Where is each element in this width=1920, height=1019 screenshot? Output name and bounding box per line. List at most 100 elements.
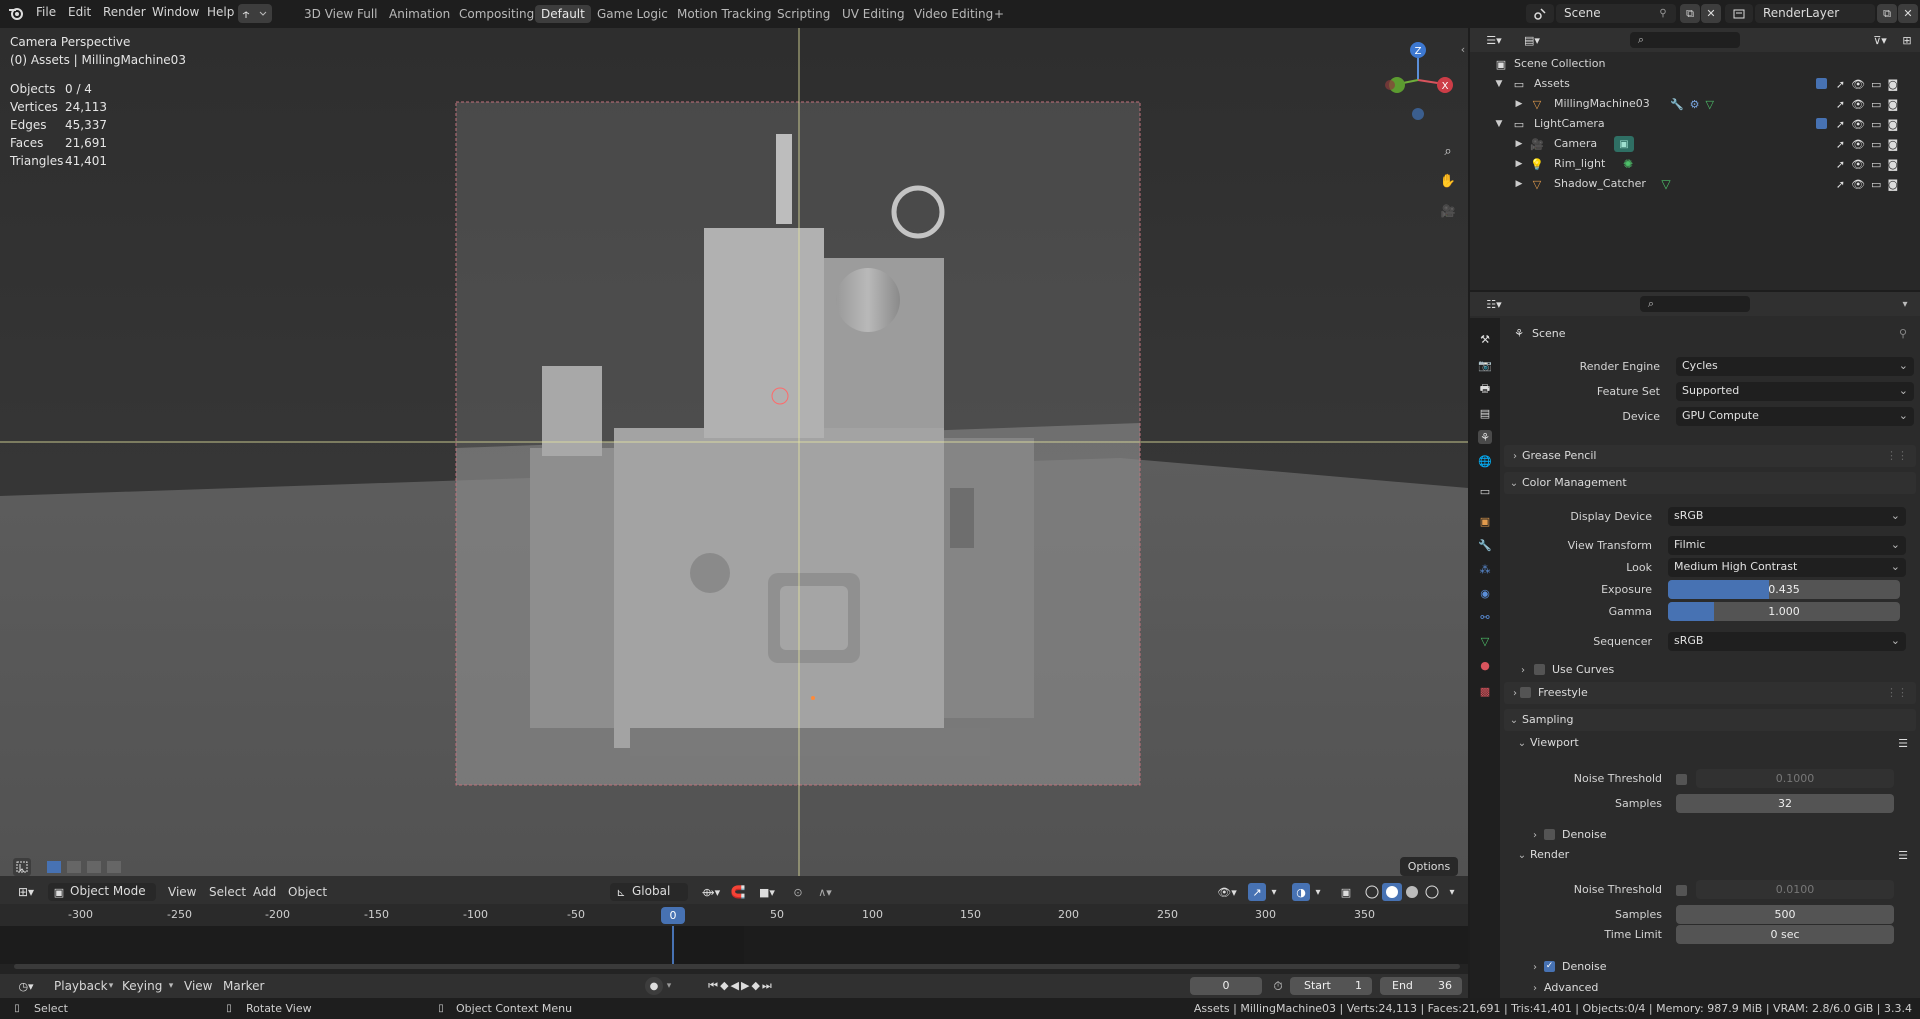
restriction-toggle-icons[interactable]: ➚👁▭◙ <box>1835 96 1905 112</box>
viewport-denoise-subpanel[interactable]: › Denoise <box>1528 825 1908 845</box>
display-mode-icon[interactable]: ▤▾ <box>1518 32 1546 48</box>
timeline-scrollbar[interactable] <box>14 964 1460 969</box>
render-denoise-subpanel[interactable]: › ✓ Denoise <box>1528 957 1908 977</box>
render-tab-icon[interactable]: 📷 <box>1478 358 1492 372</box>
scene-tab-icon[interactable]: ⚘ <box>1478 430 1492 444</box>
particles-tab-icon[interactable]: ⁂ <box>1478 562 1492 576</box>
device-dropdown[interactable]: GPU Compute ⌄ <box>1676 407 1914 426</box>
new-scene-icon[interactable]: ⧉ <box>1680 4 1700 23</box>
tab-motion-tracking[interactable]: Motion Tracking <box>671 5 777 23</box>
tab-default[interactable]: Default <box>535 5 591 23</box>
menu-timeline-view[interactable]: View <box>184 979 212 993</box>
menu-edit[interactable]: Edit <box>68 5 91 19</box>
playback-chevron-icon[interactable]: ▾ <box>106 979 116 993</box>
editor-type-icon[interactable]: ⊞▾ <box>12 883 40 901</box>
expand-arrow-icon[interactable]: ▼ <box>1494 77 1504 91</box>
tab-uv-editing[interactable]: UV Editing <box>836 5 911 23</box>
presets-list-icon[interactable]: ☰ <box>1896 847 1910 863</box>
exclude-checkbox[interactable] <box>1816 118 1827 129</box>
presets-list-icon[interactable]: ☰ <box>1896 735 1910 751</box>
pin-icon[interactable]: ⚲ <box>1656 6 1670 20</box>
physics-tab-icon[interactable]: ◉ <box>1478 586 1492 600</box>
menu-view[interactable]: View <box>168 885 196 899</box>
object-mode-dropdown[interactable]: ▣ Object Mode <box>48 883 156 901</box>
viewport-denoise-checkbox[interactable] <box>1544 829 1555 840</box>
outliner-row-camera[interactable]: ▶ 🎥 Camera ▣ ➚👁▭◙ <box>1470 134 1920 154</box>
data-tab-icon[interactable]: ▽ <box>1478 634 1492 648</box>
time-limit-field[interactable]: 0 sec <box>1676 925 1894 944</box>
pin-icon[interactable]: ⚲ <box>1896 326 1910 340</box>
publish-menu-icon[interactable] <box>238 4 272 23</box>
outliner-editor-type-icon[interactable]: ☰▾ <box>1480 32 1508 48</box>
gamma-slider[interactable]: 1.000 <box>1668 602 1900 621</box>
current-frame-indicator[interactable]: 0 <box>661 907 685 924</box>
current-frame-field[interactable]: 0 <box>1190 977 1262 995</box>
expand-arrow-icon[interactable]: ▶ <box>1514 97 1524 111</box>
viewport-samples-field[interactable]: 32 <box>1676 794 1894 813</box>
modifier-data-icons[interactable]: 🔧⚙ ▽ <box>1666 96 1724 112</box>
view-transform-dropdown[interactable]: Filmic ⌄ <box>1668 536 1906 555</box>
3d-viewport[interactable]: Camera Perspective (0) Assets | MillingM… <box>0 28 1468 884</box>
properties-editor[interactable]: ☷▾ ⌕ ▾ ⚒ 📷 🖶 ▤ ⚘ 🌐 ▭ ▣ 🔧 ⁂ ◉ ⚯ ▽ ● ▩ ⚘ S… <box>1470 292 1920 998</box>
mesh-data-icon[interactable]: ▽ <box>1658 176 1674 192</box>
viewport-sampling-subpanel[interactable]: ⌄ Viewport ☰ <box>1514 733 1914 753</box>
viewport-scene[interactable] <box>0 28 1468 884</box>
new-collection-icon[interactable]: ⊞ <box>1898 32 1916 48</box>
restriction-toggle-icons[interactable]: ➚👁▭◙ <box>1835 76 1905 92</box>
gizmo-toggle-icon[interactable]: ↗ <box>1248 883 1266 901</box>
outliner-row-assets[interactable]: ▼ ▭ Assets ➚👁▭◙ <box>1470 74 1920 94</box>
advanced-subpanel[interactable]: › Advanced <box>1528 978 1908 998</box>
tab-compositing[interactable]: Compositing <box>453 5 540 23</box>
restriction-toggle-icons[interactable]: ➚👁▭◙ <box>1835 156 1905 172</box>
tab-animation[interactable]: Animation <box>383 5 456 23</box>
restriction-toggle-icons[interactable]: ➚👁▭◙ <box>1835 116 1905 132</box>
view-layer-browse-icon[interactable] <box>1725 4 1753 23</box>
gizmo-z-label[interactable]: Z <box>1415 46 1422 57</box>
timeline-ruler[interactable]: -300 -250 -200 -150 -100 -50 50 100 150 … <box>0 904 1468 926</box>
menu-render[interactable]: Render <box>103 5 146 19</box>
expand-arrow-icon[interactable]: ▶ <box>1514 177 1524 191</box>
navigation-gizmo[interactable]: Z X <box>1378 34 1458 124</box>
pivot-point-icon[interactable]: ⟴▾ <box>696 884 726 900</box>
snap-target-icon[interactable]: ■▾ <box>752 884 782 900</box>
record-icon[interactable]: ● <box>645 977 663 995</box>
delete-view-layer-icon[interactable]: ✕ <box>1898 4 1918 23</box>
delete-scene-icon[interactable]: ✕ <box>1701 4 1721 23</box>
world-tab-icon[interactable]: 🌐 <box>1478 454 1492 468</box>
snap-icon[interactable]: 🧲 <box>730 884 746 900</box>
view-layer-field[interactable]: RenderLayer <box>1755 4 1875 23</box>
outliner-search-input[interactable]: ⌕ <box>1630 32 1740 48</box>
blender-logo-icon[interactable] <box>8 5 24 21</box>
camera-view-icon[interactable]: 🎥 <box>1438 201 1458 221</box>
start-frame-field[interactable]: Start 1 <box>1290 977 1372 995</box>
output-tab-icon[interactable]: 🖶 <box>1478 382 1492 396</box>
zoom-icon[interactable]: ⌕ <box>1438 141 1458 161</box>
keying-chevron-icon[interactable]: ▾ <box>166 979 176 993</box>
expand-arrow-icon[interactable]: ▶ <box>1514 157 1524 171</box>
exclude-checkbox[interactable] <box>1816 78 1827 89</box>
overlay-dropdown-icon[interactable]: ▾ <box>1312 884 1324 900</box>
sampling-panel-header[interactable]: ⌄ Sampling <box>1504 709 1916 731</box>
color-management-panel-header[interactable]: ⌄ Color Management <box>1504 472 1916 494</box>
gizmo-dropdown-icon[interactable]: ▾ <box>1268 884 1280 900</box>
menu-window[interactable]: Window <box>152 5 199 19</box>
outliner-row-scene-collection[interactable]: ▣ Scene Collection <box>1470 54 1920 74</box>
drag-handle-icon[interactable]: ⋮⋮ <box>1886 686 1908 699</box>
menu-marker[interactable]: Marker <box>223 979 264 993</box>
outliner-editor[interactable]: ☰▾ ▤▾ ⌕ ⊽▾ ⊞ ▣ Scene Collection ▼ ▭ Asse… <box>1470 28 1920 290</box>
new-view-layer-icon[interactable]: ⧉ <box>1877 4 1897 23</box>
outliner-row-rim-light[interactable]: ▶ 💡 Rim_light ✺ ➚👁▭◙ <box>1470 154 1920 174</box>
restriction-toggle-icons[interactable]: ➚👁▭◙ <box>1835 176 1905 192</box>
feature-set-dropdown[interactable]: Supported ⌄ <box>1676 382 1914 401</box>
tool-tab-icon[interactable]: ⚒ <box>1478 332 1492 346</box>
modifier-tab-icon[interactable]: 🔧 <box>1478 538 1492 552</box>
use-curves-checkbox[interactable] <box>1534 664 1545 675</box>
look-dropdown[interactable]: Medium High Contrast ⌄ <box>1668 558 1906 577</box>
add-workspace-button[interactable]: + <box>988 5 1010 23</box>
sequencer-dropdown[interactable]: sRGB ⌄ <box>1668 632 1906 651</box>
falloff-icon[interactable]: ∧▾ <box>810 884 840 900</box>
menu-select[interactable]: Select <box>209 885 246 899</box>
tab-scripting[interactable]: Scripting <box>771 5 836 23</box>
constraints-tab-icon[interactable]: ⚯ <box>1478 610 1492 624</box>
menu-file[interactable]: File <box>36 5 56 19</box>
